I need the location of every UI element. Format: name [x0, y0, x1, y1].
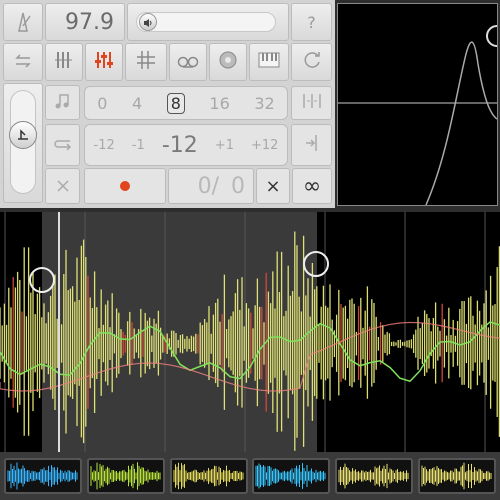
x-icon: [56, 177, 69, 196]
clip-thumbnail[interactable]: [252, 458, 330, 494]
division-option-selected[interactable]: 8: [166, 92, 185, 114]
waveform-canvas: [0, 212, 500, 452]
transpose-option[interactable]: -12: [94, 138, 115, 153]
transpose-option[interactable]: +1: [215, 138, 234, 153]
tempo-field[interactable]: 97.9: [45, 3, 125, 41]
clip-strip: [0, 452, 500, 500]
clip-thumbnail[interactable]: [335, 458, 413, 494]
help-label: ?: [307, 12, 316, 32]
transpose-option[interactable]: +12: [251, 138, 278, 153]
keyboard-button[interactable]: [249, 43, 289, 81]
clip-waveform: [7, 462, 78, 490]
tape-loop-icon: [177, 53, 199, 72]
metronome-icon: [13, 11, 33, 33]
take-count-a: 0/: [197, 173, 219, 199]
eq-button[interactable]: [85, 43, 123, 81]
clip-waveform: [90, 462, 161, 490]
tempo-value: 97.9: [65, 9, 114, 35]
grid-button[interactable]: [125, 43, 167, 81]
vertical-bars-icon: [55, 50, 73, 74]
pitch-slider-panel: [3, 83, 43, 203]
clip-thumbnail[interactable]: [87, 458, 165, 494]
record-button[interactable]: [84, 168, 166, 204]
cancel-take-button[interactable]: ×: [256, 168, 290, 204]
volume-track: [136, 12, 276, 32]
volume-knob[interactable]: [139, 13, 157, 31]
clip-waveform: [255, 463, 326, 489]
envelope-plot: [338, 25, 500, 206]
clip-thumbnail[interactable]: [170, 458, 248, 494]
transpose-selector: -12 -1 -12 +1 +12: [84, 124, 288, 166]
tape-button[interactable]: [169, 43, 207, 81]
split-icon: [302, 93, 322, 113]
back-button[interactable]: [3, 43, 43, 81]
record-dot-icon: [119, 177, 131, 196]
split-button[interactable]: [291, 86, 332, 120]
note-length-button[interactable]: [45, 85, 80, 120]
clip-thumbnail[interactable]: [4, 458, 82, 494]
envelope-curve: [425, 41, 498, 206]
clip-waveform: [173, 462, 244, 490]
envelope-display[interactable]: [337, 3, 500, 206]
disc-button[interactable]: [209, 43, 247, 81]
volume-slider[interactable]: [127, 3, 289, 41]
clip-thumbnail[interactable]: [418, 458, 496, 494]
music-note-icon: [54, 92, 72, 114]
division-option[interactable]: 0: [97, 94, 107, 113]
take-counter: 0/ 0: [168, 168, 254, 204]
envelope-shape-icon: [16, 126, 30, 145]
transpose-option[interactable]: -1: [132, 138, 145, 153]
division-option[interactable]: 4: [132, 94, 142, 113]
clip-waveform: [421, 462, 492, 490]
app-root: 97.9 ? 0 4 8 16 32 -12 -1 -12 +1 +12 0/ …: [0, 0, 500, 500]
division-option[interactable]: 16: [209, 94, 229, 113]
waveform-editor[interactable]: [0, 212, 500, 452]
pitch-slider-knob[interactable]: [9, 121, 37, 149]
grid-hash-icon: [136, 50, 156, 74]
speaker-icon: [143, 13, 153, 32]
envelope-handle[interactable]: [486, 25, 500, 47]
pitch-slider-track[interactable]: [9, 90, 37, 194]
clip-waveform: [338, 463, 409, 489]
disc-icon: [218, 50, 238, 74]
eq-sliders-icon: [94, 50, 114, 74]
piano-keys-icon: [258, 52, 280, 72]
mixer-button[interactable]: [45, 43, 83, 81]
loop-button[interactable]: [291, 43, 332, 81]
division-option[interactable]: 32: [254, 94, 274, 113]
close-label: ×: [265, 175, 281, 197]
divisions-selector: 0 4 8 16 32: [84, 86, 288, 120]
infinite-loop-button[interactable]: ∞: [292, 168, 332, 204]
help-button[interactable]: ?: [291, 3, 332, 41]
metronome-button[interactable]: [3, 3, 43, 41]
transpose-display: -12: [161, 132, 198, 158]
infinity-label: ∞: [302, 173, 322, 199]
marker-icon: [304, 134, 320, 156]
control-panel: 97.9 ? 0 4 8 16 32 -12 -1 -12 +1 +12 0/ …: [0, 0, 335, 208]
return-button[interactable]: [45, 124, 80, 166]
take-count-b: 0: [231, 173, 245, 199]
return-arrow-icon: [53, 136, 72, 155]
back-arrow-icon: [14, 53, 32, 72]
loop-circle-icon: [302, 50, 322, 74]
marker-button[interactable]: [291, 124, 332, 166]
clear-button[interactable]: [45, 168, 80, 204]
